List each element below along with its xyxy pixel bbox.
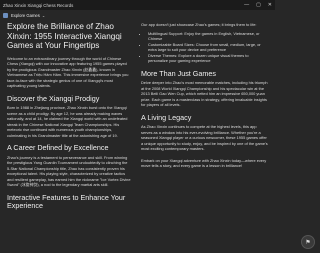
window-title: Zhao Xinxin Xiangqi Chess Records	[3, 2, 74, 8]
features-list: Multilingual Support: Enjoy the games in…	[141, 31, 268, 64]
explore-games-dropdown[interactable]: Explore Games ⌄	[11, 13, 45, 18]
section-heading-career: A Career Defined by Excellence	[7, 143, 109, 153]
left-column: Explore the Brilliance of Zhao Xinxin: 1…	[7, 22, 131, 213]
window-controls: — ▢ ✕	[244, 2, 272, 8]
section-heading-features: Interactive Features to Enhance Your Exp…	[7, 192, 126, 211]
section-text-prodigy: Born in 1988 in Zhejiang province, Zhao …	[7, 105, 128, 138]
dropdown-label: Explore Games	[11, 12, 40, 18]
title-bar: Zhao Xinxin Xiangqi Chess Records — ▢ ✕	[0, 0, 275, 10]
section-heading-prodigy: Discover the Xiangqi Prodigy	[7, 93, 100, 103]
section-text-career: Zhao's journey is a testament to perseve…	[7, 154, 131, 188]
flag-icon[interactable]: ⚑	[301, 235, 315, 249]
close-button[interactable]: ✕	[268, 2, 272, 8]
chevron-down-icon: ⌄	[41, 12, 46, 18]
section-text-legacy: As Zhao Xinxin continues to compete at t…	[141, 124, 268, 151]
section-text-more: Delve deeper into Zhao's most memorable …	[141, 80, 268, 107]
section-heading-legacy: A Living Legacy	[141, 112, 192, 122]
main-content: Explore the Brilliance of Zhao Xinxin: 1…	[7, 22, 268, 213]
features-intro: Our app doesn't just showcase Zhao's gam…	[141, 22, 257, 27]
page-title: Explore the Brilliance of Zhao Xinxin: 1…	[7, 22, 122, 51]
feature-item: Customizable Board Sizes: Choose from sm…	[148, 42, 268, 53]
right-column: Our app doesn't just showcase Zhao's gam…	[141, 22, 268, 213]
toolbar: Explore Games ⌄	[0, 10, 275, 20]
call-to-action: Embark on your Xiangqi adventure with Zh…	[141, 157, 267, 169]
app-icon	[3, 12, 8, 18]
section-heading-more: More Than Just Games	[141, 68, 216, 78]
minimize-button[interactable]: —	[244, 2, 249, 8]
intro-paragraph: Welcome to an extraordinary journey thro…	[7, 55, 129, 89]
feature-item: Multilingual Support: Enjoy the games in…	[148, 31, 268, 42]
feature-item: Diverse Themes: Explore a dozen unique v…	[148, 53, 268, 64]
maximize-button[interactable]: ▢	[256, 2, 261, 8]
